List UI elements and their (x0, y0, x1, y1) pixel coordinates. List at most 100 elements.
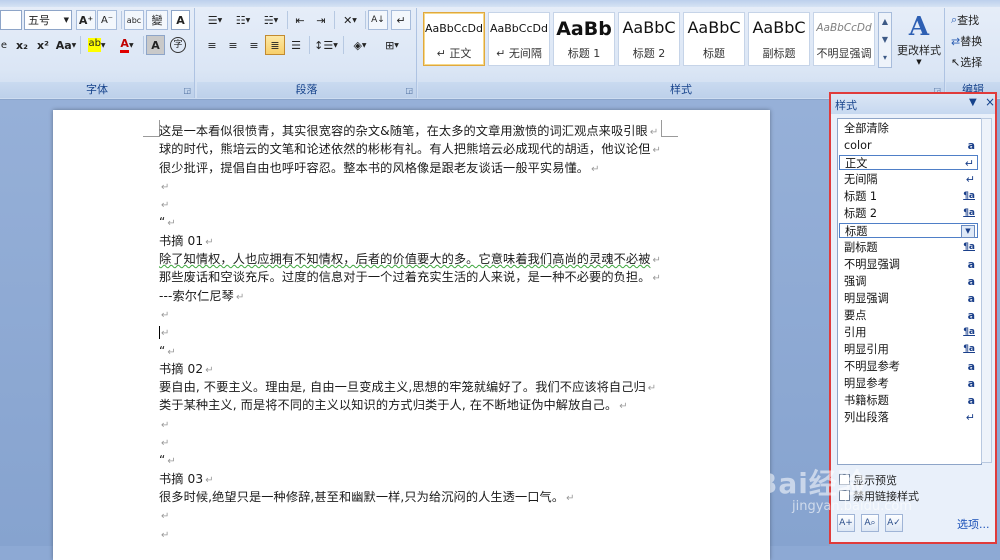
align-center-button[interactable]: ≡ (223, 35, 243, 55)
style-tile[interactable]: AaBbCcDd 不明显强调 (813, 12, 875, 66)
document-line[interactable]: 书摘 02 ↵ (159, 360, 659, 378)
clear-format-button[interactable]: abc (124, 10, 144, 30)
font-color-button[interactable]: A ▼ (113, 35, 141, 55)
document-line[interactable]: “↵ (159, 213, 659, 231)
style-list-item[interactable]: 强调 a (839, 274, 978, 289)
chinese-layout-button[interactable]: ✕ ▼ (337, 10, 363, 30)
document-line[interactable]: 这是一本看似很愤青，其实很宽容的杂文&随笔，在太多的文章用激愤的词汇观点来吸引眼… (159, 122, 659, 140)
grow-font-button[interactable]: A⁺ (76, 10, 96, 30)
style-list-item[interactable]: 副标题 ¶a (839, 240, 978, 255)
show-marks-button[interactable]: ↵ (391, 10, 411, 30)
find-button[interactable]: ⌕ 查找 (950, 10, 998, 30)
enclose-char-button[interactable]: 字 (168, 35, 188, 55)
document-line[interactable]: ↵ (159, 415, 659, 433)
line-spacing-button[interactable]: ↕☰ ▼ (312, 35, 340, 55)
document-line[interactable]: ↵ (159, 525, 659, 543)
phonetic-guide-button[interactable]: 變 (146, 10, 168, 30)
style-list-item[interactable]: 要点 a (839, 308, 978, 323)
increase-indent-button[interactable]: ⇥ (311, 10, 331, 30)
style-list-item[interactable]: 明显强调 a (839, 291, 978, 306)
style-list-item[interactable]: 正文 ↵ (839, 155, 978, 170)
document-page[interactable]: 这是一本看似很愤青，其实很宽容的杂文&随笔，在太多的文章用激愤的词汇观点来吸引眼… (53, 110, 770, 560)
document-line[interactable]: 要自由, 不要主义。理由是, 自由一旦变成主义,思想的牢笼就编好了。我们不应该将… (159, 378, 659, 396)
close-icon[interactable]: × (985, 95, 995, 109)
shrink-font-button[interactable]: A⁻ (97, 10, 117, 30)
scroll-up-icon[interactable]: ▲ (879, 13, 891, 31)
document-line[interactable]: 那些废话和空谈充斥。过度的信息对于一个过着充实生活的人来说，是一种不必要的负担。… (159, 268, 661, 286)
document-line[interactable]: 除了知情权，人也应拥有不知情权，后者的价值要大的多。它意味着我们高尚的灵魂不必被… (159, 250, 661, 268)
style-tile[interactable]: AaBb 标题 1 (553, 12, 615, 66)
bullets-button[interactable]: ☰ ▼ (202, 10, 228, 30)
style-tile[interactable]: AaBbCcDd ↵ 无间隔 (488, 12, 550, 66)
align-left-button[interactable]: ≡ (202, 35, 222, 55)
strikethrough-button[interactable]: e (0, 35, 8, 55)
style-list-item[interactable]: color a (839, 138, 978, 153)
style-list-item[interactable]: 引用 ¶a (839, 325, 978, 340)
replace-button[interactable]: ⇄ 替换 (950, 31, 998, 51)
document-line[interactable]: ↵ (159, 177, 659, 195)
style-tile[interactable]: AaBbC 标题 2 (618, 12, 680, 66)
document-line[interactable]: 书摘 01 ↵ (159, 232, 659, 250)
document-line[interactable]: ↵ (159, 323, 659, 341)
style-tile[interactable]: AaBbC 副标题 (748, 12, 810, 66)
dialog-launcher-icon[interactable]: ◲ (183, 86, 191, 95)
borders-button[interactable]: ⊞ ▼ (378, 35, 406, 55)
style-list-item[interactable]: 无间隔 ↵ (839, 172, 978, 187)
style-list-item[interactable]: 不明显参考 a (839, 359, 978, 374)
document-line[interactable]: 很少批评，提倡自由也呼吁容忍。整本书的风格像是跟老友谈话一般平实易懂。 ↵ (159, 159, 659, 177)
align-right-button[interactable]: ≡ (244, 35, 264, 55)
justify-button[interactable]: ≣ (265, 35, 285, 55)
subscript-button[interactable]: x₂ (12, 35, 32, 55)
document-line[interactable]: 类于某种主义, 而是将不同的主义以知识的方式归类于人, 在不断地证伪中解放自己。… (159, 396, 659, 414)
document-line[interactable]: “↵ (159, 451, 659, 469)
highlight-button[interactable]: ab ▼ (83, 35, 111, 55)
more-icon[interactable]: ▾ (879, 49, 891, 67)
style-list-item[interactable]: 列出段落 ↵ (839, 410, 978, 425)
document-line[interactable]: “↵ (159, 342, 659, 360)
char-shading-button[interactable]: A (146, 35, 165, 55)
document-line[interactable]: ↵ (159, 433, 659, 451)
change-styles-button[interactable]: A 更改样式 ▼ (894, 12, 944, 72)
manage-styles-button[interactable]: A✓ (885, 514, 903, 532)
char-border-button[interactable]: A (171, 10, 190, 30)
document-line[interactable]: ↵ (159, 305, 659, 323)
superscript-button[interactable]: x² (33, 35, 53, 55)
document-line[interactable]: 书摘 03 ↵ (159, 470, 659, 488)
chevron-down-icon[interactable]: ▼ (961, 225, 975, 238)
dialog-launcher-icon[interactable]: ◲ (405, 86, 413, 95)
style-name: 列出段落 (844, 411, 889, 424)
new-style-button[interactable]: A+ (837, 514, 855, 532)
sort-button[interactable]: A↓ (368, 10, 388, 30)
font-size-dropdown[interactable]: 五号 ▼ (24, 10, 72, 30)
document-body[interactable]: 这是一本看似很愤青，其实很宽容的杂文&随笔，在太多的文章用激愤的词汇观点来吸引眼… (159, 122, 661, 543)
select-button[interactable]: ↖ 选择 (950, 52, 998, 72)
document-line[interactable]: 很多时候,绝望只是一种修辞,甚至和幽默一样,只为给沉闷的人生透一口气。 ↵ (159, 488, 659, 506)
document-line[interactable]: 球的时代，熊培云的文笔和论述依然的彬彬有礼。有人把熊培云必成现代的胡适，他议论但… (159, 140, 661, 158)
style-list-item[interactable]: 明显引用 ¶a (839, 342, 978, 357)
distributed-button[interactable]: ☰ (286, 35, 306, 55)
style-list-item[interactable]: 明显参考 a (839, 376, 978, 391)
style-list-item[interactable]: 书籍标题 a (839, 393, 978, 408)
document-line[interactable]: ---索尔仁尼琴 ↵ (159, 287, 659, 305)
numbering-button[interactable]: ☷ ▼ (230, 10, 256, 30)
style-list-item[interactable]: 标题 1 ¶a (839, 189, 978, 204)
change-case-button[interactable]: Aa ▼ (54, 35, 78, 55)
style-tile[interactable]: AaBbCcDd ↵ 正文 (423, 12, 485, 66)
style-list-scrollbar[interactable] (981, 118, 992, 463)
style-tile[interactable]: AaBbC 标题 (683, 12, 745, 66)
style-list-item[interactable]: 标题 2 ¶a (839, 206, 978, 221)
document-line[interactable]: ↵ (159, 195, 659, 213)
font-name-dropdown[interactable] (0, 10, 22, 30)
shading-button[interactable]: ◈ ▼ (346, 35, 374, 55)
document-line[interactable]: ↵ (159, 506, 659, 524)
style-inspector-button[interactable]: A⌕ (861, 514, 879, 532)
style-list-item[interactable]: 不明显强调 a (839, 257, 978, 272)
chevron-down-icon[interactable]: ▼ (969, 97, 977, 108)
style-list-item[interactable]: 标题 ▼ (839, 223, 978, 238)
decrease-indent-button[interactable]: ⇤ (290, 10, 310, 30)
options-link[interactable]: 选项... (957, 516, 990, 532)
multilevel-list-button[interactable]: ☵ ▼ (258, 10, 284, 30)
gallery-scroll[interactable]: ▲ ▼ ▾ (878, 12, 892, 68)
style-list-item[interactable]: 全部清除 (839, 121, 978, 136)
scroll-down-icon[interactable]: ▼ (879, 31, 891, 49)
